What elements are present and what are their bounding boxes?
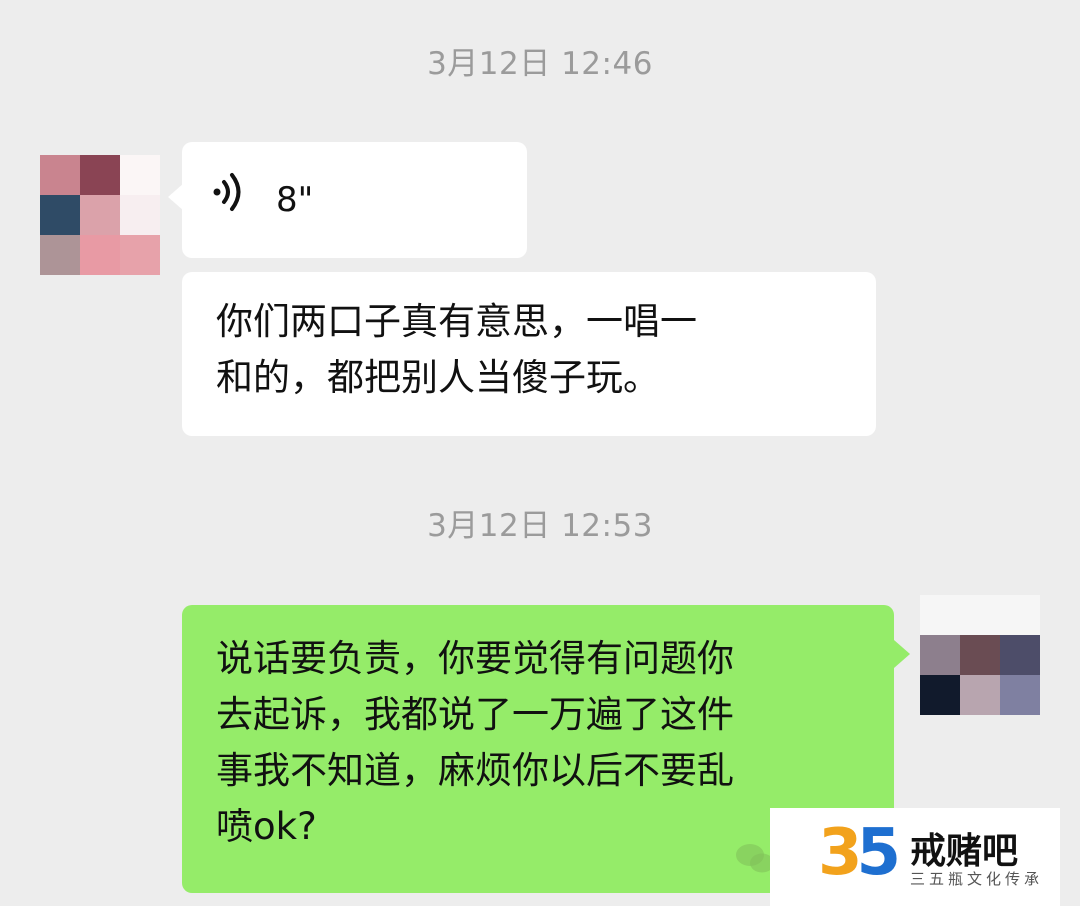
avatar-pixel (960, 595, 1000, 635)
avatar-pixel (1000, 675, 1040, 715)
avatar-pixel (920, 675, 960, 715)
self-avatar[interactable] (920, 595, 1040, 715)
contact-avatar[interactable] (40, 155, 160, 275)
logo-number: 35 (818, 816, 901, 890)
message-line: 和的，都把别人当傻子玩。 (216, 356, 660, 399)
watermark-logo: 35 戒赌吧 三五瓶文化传承 (770, 808, 1060, 906)
avatar-pixel (80, 195, 120, 235)
avatar-pixel (960, 675, 1000, 715)
avatar-pixel (920, 635, 960, 675)
avatar-pixel (120, 195, 160, 235)
avatar-pixel (120, 155, 160, 195)
voice-duration: 8" (276, 180, 314, 220)
avatar-pixel (40, 155, 80, 195)
wechat-watermark-icon (735, 842, 775, 880)
voice-wave-icon (212, 172, 246, 228)
avatar-pixel (1000, 595, 1040, 635)
bubble-tail (894, 640, 910, 668)
avatar-pixel (920, 595, 960, 635)
voice-message-bubble[interactable]: 8" (182, 142, 527, 258)
logo-subtitle: 三五瓶文化传承 (910, 870, 1044, 888)
avatar-pixel (120, 235, 160, 275)
message-line: 去起诉，我都说了一万遍了这件 (216, 693, 734, 736)
logo-digit-three: 3 (818, 816, 862, 890)
message-line: 说话要负责，你要觉得有问题你 (216, 637, 734, 680)
avatar-pixel (1000, 635, 1040, 675)
message-line: 你们两口子真有意思，一唱一 (216, 300, 697, 343)
avatar-pixel (40, 235, 80, 275)
avatar-pixel (40, 195, 80, 235)
avatar-pixel (80, 235, 120, 275)
incoming-text-bubble[interactable]: 你们两口子真有意思，一唱一 和的，都把别人当傻子玩。 (182, 272, 876, 436)
timestamp: 3月12日 12:46 (427, 46, 653, 82)
avatar-pixel (960, 635, 1000, 675)
avatar-pixel (80, 155, 120, 195)
logo-title: 戒赌吧 (910, 831, 1019, 872)
timestamp: 3月12日 12:53 (427, 508, 653, 544)
message-line: 事我不知道，麻烦你以后不要乱 (216, 749, 734, 792)
logo-digit-five: 5 (856, 816, 901, 890)
